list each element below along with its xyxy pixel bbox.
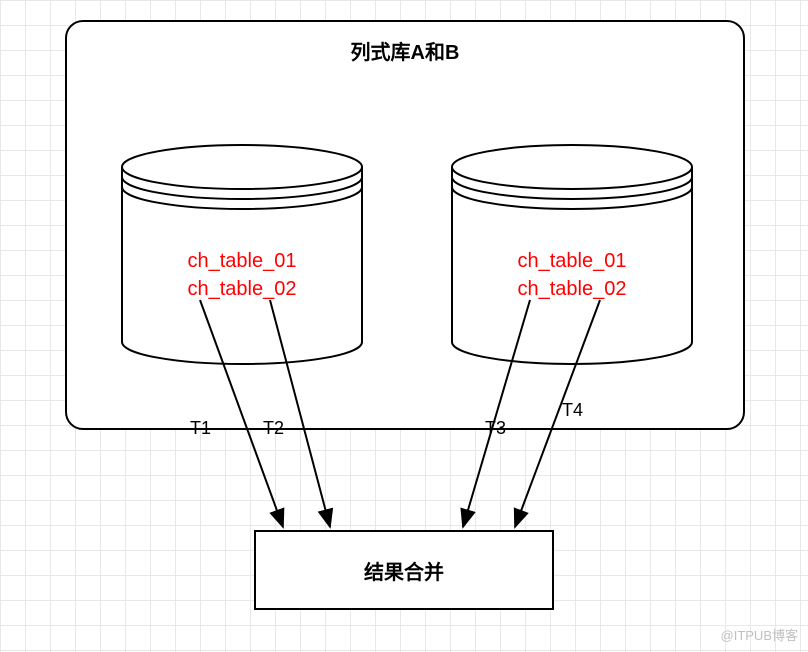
arrow-label-t2: T2 — [263, 418, 284, 439]
watermark: @ITPUB博客 — [721, 625, 798, 644]
cylinder-right-table1: ch_table_01 — [447, 247, 697, 275]
cylinder-right-table2: ch_table_02 — [447, 275, 697, 303]
result-label: 结果合并 — [364, 556, 444, 585]
cylinder-left-table2: ch_table_02 — [117, 275, 367, 303]
database-container: 列式库A和B ch_table_01 ch_table_02 ch_table_… — [65, 20, 745, 430]
cylinder-left-table1: ch_table_01 — [117, 247, 367, 275]
container-title: 列式库A和B — [67, 36, 743, 65]
cylinder-left-tables: ch_table_01 ch_table_02 — [117, 247, 367, 303]
database-cylinder-right: ch_table_01 ch_table_02 — [447, 142, 697, 362]
database-cylinder-left: ch_table_01 ch_table_02 — [117, 142, 367, 362]
arrow-label-t3: T3 — [485, 418, 506, 439]
result-merge-box: 结果合并 — [254, 530, 554, 610]
arrow-label-t1: T1 — [190, 418, 211, 439]
cylinder-right-tables: ch_table_01 ch_table_02 — [447, 247, 697, 303]
arrow-label-t4: T4 — [562, 400, 583, 421]
